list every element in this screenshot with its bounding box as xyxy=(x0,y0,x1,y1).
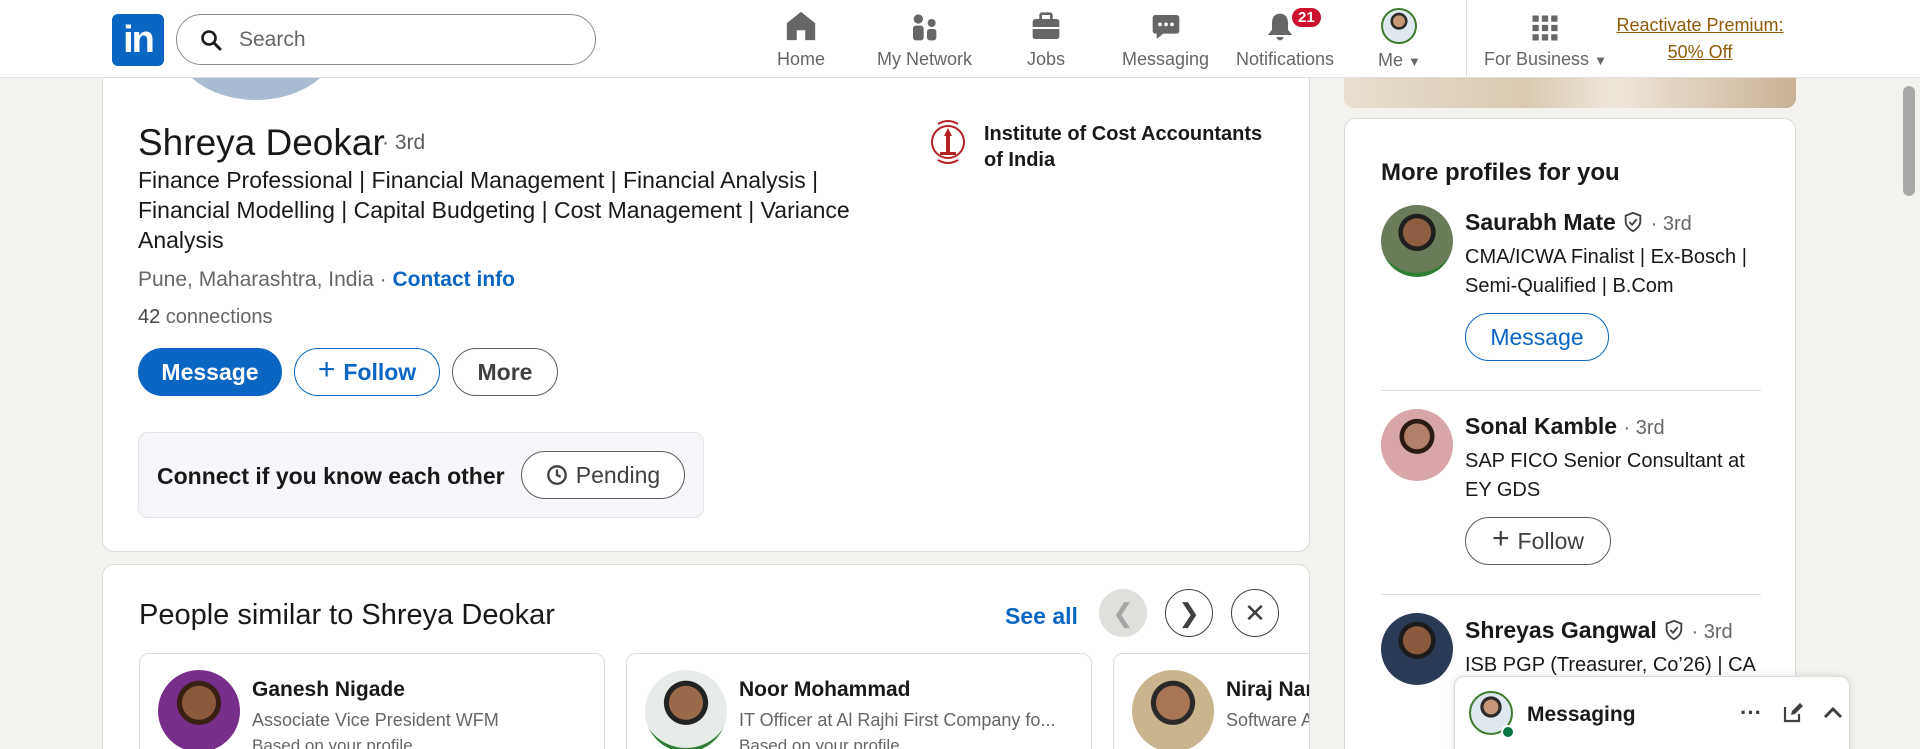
similar-person-headline: IT Officer at Al Rajhi First Company fo.… xyxy=(739,710,1056,730)
nav-my-network[interactable]: My Network xyxy=(877,8,972,70)
sidebar-profile[interactable]: Saurabh Mate · 3rd CMA/ICWA Finalist | E… xyxy=(1381,205,1761,365)
dismiss-button[interactable]: ✕ xyxy=(1231,589,1279,637)
me-avatar xyxy=(1381,8,1418,44)
nav-for-business-label: For Business ▼ xyxy=(1484,49,1607,69)
network-icon xyxy=(912,14,936,41)
sidebar-profile-name: Shreyas Gangwal · 3rd xyxy=(1465,617,1733,643)
nav-me[interactable]: Me ▼ xyxy=(1378,8,1421,70)
similar-person-name: Ganesh Nigade xyxy=(252,678,405,701)
scrollbar-thumb[interactable] xyxy=(1903,86,1915,196)
institute-logo[interactable] xyxy=(930,116,966,168)
collapse-messaging-button[interactable] xyxy=(1817,697,1849,729)
contact-info-link[interactable]: Contact info xyxy=(392,268,514,291)
avatar xyxy=(1381,409,1453,481)
avatar xyxy=(1381,205,1453,277)
carousel-next-button[interactable]: ❯ xyxy=(1165,589,1213,637)
sidebar-profile-headline: CMA/ICWA Finalist | Ex-Bosch | Semi-Qual… xyxy=(1465,246,1747,297)
similar-person-card[interactable]: Noor Mohammad IT Officer at Al Rajhi Fir… xyxy=(626,653,1092,749)
similar-person-headline: Associate Vice President WFM xyxy=(252,710,499,730)
nav-notifications[interactable]: 21 Notifications xyxy=(1236,6,1335,70)
more-profiles-card: More profiles for you Saurabh Mate · 3rd… xyxy=(1344,118,1796,749)
connections-count: 42 connections xyxy=(138,306,273,328)
messaging-overlay[interactable]: Messaging ··· xyxy=(1454,676,1850,749)
more-button[interactable]: More xyxy=(452,348,558,396)
linkedin-logo[interactable]: in xyxy=(112,14,164,66)
chevron-down-icon: ▼ xyxy=(1594,53,1607,68)
nav-notifications-label: Notifications xyxy=(1236,49,1335,69)
connect-prompt-text: Connect if you know each other xyxy=(157,463,505,489)
institute-name[interactable]: Institute of Cost Accountants of India xyxy=(984,121,1274,173)
nav-for-business[interactable]: For Business ▼ xyxy=(1484,8,1607,70)
sidebar-profile[interactable]: Sonal Kamble · 3rd SAP FICO Senior Consu… xyxy=(1381,409,1761,569)
connect-prompt-box: Connect if you know each other Pending xyxy=(138,432,704,518)
avatar xyxy=(1381,613,1453,685)
nav-messaging-label: Messaging xyxy=(1122,49,1210,69)
divider xyxy=(1381,390,1761,391)
nav-divider xyxy=(1466,0,1467,78)
chevron-left-icon: ❮ xyxy=(1112,597,1134,628)
nav-my-network-label: My Network xyxy=(877,49,973,69)
nav-jobs-label: Jobs xyxy=(1026,49,1066,69)
message-button[interactable]: Message xyxy=(138,348,282,396)
search-input[interactable] xyxy=(239,27,579,52)
sidebar-follow-button[interactable]: + Follow xyxy=(1465,517,1611,565)
sidebar-message-button[interactable]: Message xyxy=(1465,313,1609,361)
sidebar-profile-name: Saurabh Mate · 3rd xyxy=(1465,209,1692,235)
briefcase-icon xyxy=(1032,12,1060,39)
nav-me-label: Me ▼ xyxy=(1378,50,1421,70)
carousel-prev-button[interactable]: ❮ xyxy=(1099,589,1147,637)
similar-person-name: Niraj Nar xyxy=(1226,678,1310,701)
chat-icon xyxy=(1152,15,1179,39)
sidebar-profile-headline: SAP FICO Senior Consultant at EY GDS xyxy=(1465,450,1745,501)
avatar xyxy=(158,670,240,749)
nav-jobs[interactable]: Jobs xyxy=(1026,8,1066,70)
messaging-more-button[interactable]: ··· xyxy=(1735,697,1767,729)
plus-icon: + xyxy=(1492,522,1510,555)
similar-person-headline: Software A xyxy=(1226,710,1310,730)
verified-shield-icon xyxy=(1624,211,1642,233)
similar-person-name: Noor Mohammad xyxy=(739,678,911,701)
grid-icon xyxy=(1532,15,1558,41)
messaging-label: Messaging xyxy=(1527,703,1636,726)
more-profiles-title: More profiles for you xyxy=(1381,159,1620,186)
avatar xyxy=(1132,670,1214,749)
similar-person-card[interactable]: Ganesh Nigade Associate Vice President W… xyxy=(139,653,605,749)
close-icon: ✕ xyxy=(1244,597,1266,628)
nav-messaging[interactable]: Messaging xyxy=(1122,8,1209,70)
notification-badge: 21 xyxy=(1290,6,1323,29)
chevron-down-icon: ▼ xyxy=(1408,54,1421,69)
verified-shield-icon xyxy=(1665,619,1683,641)
similar-person-reason: Based on your profile xyxy=(252,736,413,749)
search-icon xyxy=(201,29,222,50)
compose-button[interactable] xyxy=(1777,697,1809,729)
compose-icon xyxy=(1783,703,1803,723)
search-box[interactable] xyxy=(176,14,596,65)
nav-home[interactable]: Home xyxy=(777,8,825,70)
profile-location: Pune, Maharashtra, India xyxy=(138,268,374,291)
home-icon xyxy=(786,11,816,41)
clock-icon xyxy=(546,465,567,485)
pending-button[interactable]: Pending xyxy=(521,451,685,499)
avatar xyxy=(645,670,727,749)
similar-person-reason: Based on your profile xyxy=(739,736,900,749)
chevron-up-icon xyxy=(1823,706,1843,719)
divider xyxy=(1381,594,1761,595)
online-status-indicator xyxy=(1501,725,1515,739)
profile-headline: Finance Professional | Financial Managem… xyxy=(138,167,850,253)
people-similar-card: People similar to Shreya Deokar See all … xyxy=(102,564,1310,749)
people-similar-title: People similar to Shreya Deokar xyxy=(139,599,555,631)
top-nav: in Home My Network Jobs Messaging 21 Not… xyxy=(0,0,1920,78)
similar-person-card[interactable]: Niraj Nar Software A xyxy=(1113,653,1310,749)
profile-name: Shreya Deokar xyxy=(138,122,385,163)
plus-icon: + xyxy=(317,353,336,386)
profile-location-line: Pune, Maharashtra, India · Contact info xyxy=(138,268,515,291)
connection-degree: · 3rd xyxy=(382,131,426,154)
nav-home-label: Home xyxy=(777,49,826,69)
sidebar-profile-name: Sonal Kamble · 3rd xyxy=(1465,413,1665,439)
follow-button[interactable]: + Follow xyxy=(294,348,440,396)
reactivate-premium-link[interactable]: Reactivate Premium: 50% Off xyxy=(1610,12,1790,66)
chevron-right-icon: ❯ xyxy=(1178,597,1200,628)
see-all-link[interactable]: See all xyxy=(1005,603,1078,630)
ellipsis-icon: ··· xyxy=(1740,700,1762,725)
